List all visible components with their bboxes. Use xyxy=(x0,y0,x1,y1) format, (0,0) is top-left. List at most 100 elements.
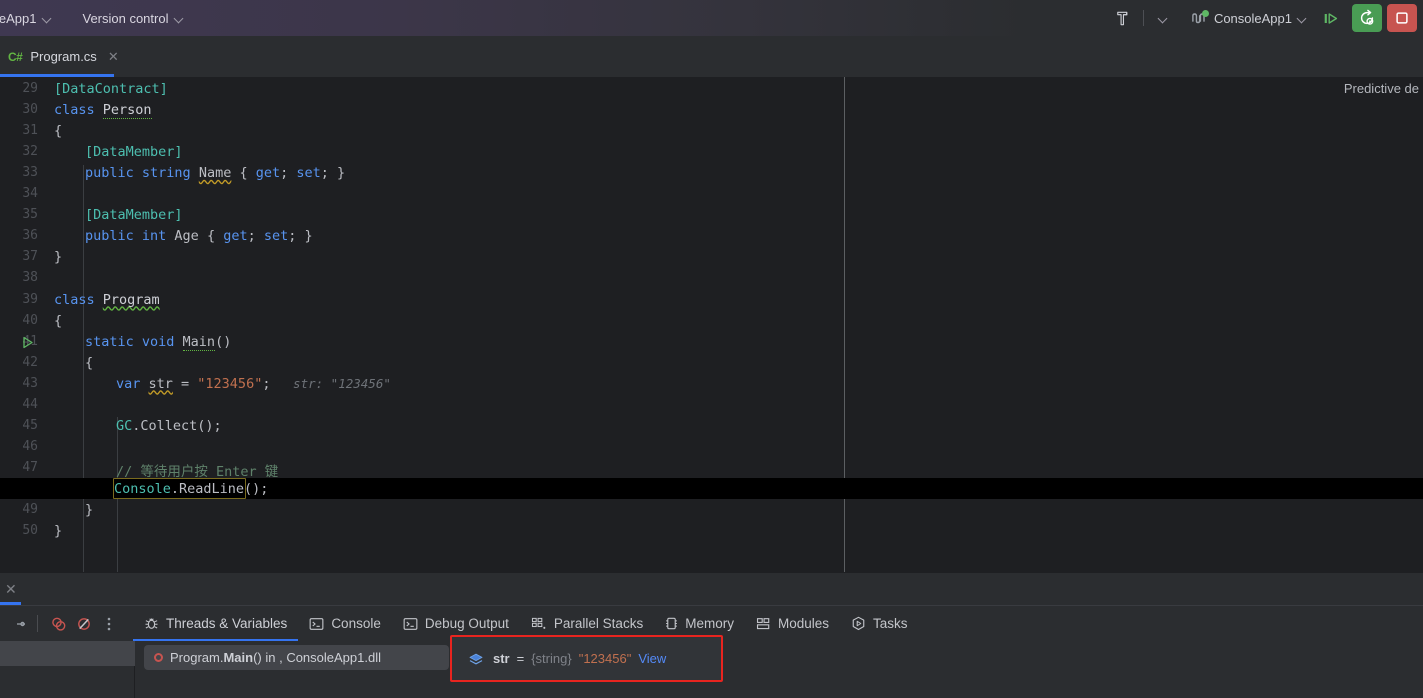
dotnet-project-icon xyxy=(1192,11,1208,25)
frames-pane[interactable]: Program.Main() in , ConsoleApp1.dll xyxy=(136,641,1423,698)
line-number: 38 xyxy=(22,270,38,285)
line-number: 50 xyxy=(22,523,38,538)
run-configuration-selector[interactable]: ConsoleApp1 xyxy=(1185,7,1314,30)
variable-value: "123456" xyxy=(579,651,632,666)
code-line: public int Age { get; set; } xyxy=(85,228,313,244)
console-icon xyxy=(309,617,324,631)
line-number: 36 xyxy=(22,228,38,243)
project-selector[interactable]: leApp1 xyxy=(0,8,60,29)
code-line: public string Name { get; set; } xyxy=(85,165,345,181)
bug-icon xyxy=(144,616,159,631)
variable-value-popup[interactable]: str = {string} "123456" View xyxy=(450,635,723,682)
line-number: 47 xyxy=(22,460,38,475)
build-button[interactable] xyxy=(1108,4,1138,32)
code-line: [DataMember] xyxy=(85,144,183,160)
version-control-label: Version control xyxy=(82,11,168,26)
line-number: 39 xyxy=(22,292,38,307)
view-breakpoints-button[interactable] xyxy=(46,611,71,636)
stack-frame-row[interactable]: Program.Main() in , ConsoleApp1.dll xyxy=(144,645,449,670)
tab-label: Parallel Stacks xyxy=(554,616,643,631)
line-number: 44 xyxy=(22,397,38,412)
chevron-down-icon xyxy=(1298,14,1307,23)
line-number: 32 xyxy=(22,144,38,159)
tab-label: Modules xyxy=(778,616,829,631)
resume-program-icon xyxy=(1322,11,1340,26)
frame-marker-icon xyxy=(154,653,163,662)
line-number: 49 xyxy=(22,502,38,517)
toolbar-divider xyxy=(37,615,38,632)
view-breakpoints-icon xyxy=(50,615,68,633)
main-toolbar: leApp1 Version control xyxy=(0,0,1423,36)
resume-program-button[interactable] xyxy=(1316,4,1346,32)
code-line: class Program xyxy=(54,292,160,308)
settings-sliver-icon[interactable] xyxy=(8,611,33,636)
code-line: { xyxy=(54,123,62,139)
line-number: 35 xyxy=(22,207,38,222)
rerun-debug-button[interactable] xyxy=(1352,4,1382,32)
mute-breakpoints-button[interactable] xyxy=(71,611,96,636)
parallel-stacks-icon xyxy=(531,617,547,631)
variable-name: str xyxy=(493,651,510,666)
stop-button[interactable] xyxy=(1387,4,1417,32)
line-number: 30 xyxy=(22,102,38,117)
code-line: { xyxy=(54,313,62,329)
line-number: 45 xyxy=(22,418,38,433)
tab-label: Threads & Variables xyxy=(166,616,287,631)
code-line: static void Main() xyxy=(85,334,231,350)
line-number: 37 xyxy=(22,249,38,264)
line-number: 34 xyxy=(22,186,38,201)
version-control-menu[interactable]: Version control xyxy=(74,8,192,29)
tab-console[interactable]: Console xyxy=(298,606,392,642)
object-value-icon xyxy=(468,652,484,671)
tab-label: Memory xyxy=(685,616,734,631)
chevron-down-icon xyxy=(43,14,52,23)
stop-icon xyxy=(1394,10,1410,26)
line-number: 33 xyxy=(22,165,38,180)
execution-statement-highlight: Console.ReadLine(); xyxy=(113,478,246,499)
threads-pane[interactable] xyxy=(0,641,135,698)
view-link[interactable]: View xyxy=(638,651,666,666)
editor-tab-bar: C# Program.cs ✕ xyxy=(0,36,1423,77)
line-number: 29 xyxy=(22,81,38,96)
run-configuration-label: ConsoleApp1 xyxy=(1214,11,1292,26)
tab-label: Console xyxy=(331,616,381,631)
line-number: 31 xyxy=(22,123,38,138)
frame-label: Program.Main() in , ConsoleApp1.dll xyxy=(170,650,381,665)
tab-tasks[interactable]: Tasks xyxy=(840,606,919,642)
code-line: Console.ReadLine(); xyxy=(114,481,268,497)
close-icon[interactable]: ✕ xyxy=(108,49,119,65)
code-line: } xyxy=(54,249,62,265)
more-options-button[interactable] xyxy=(96,611,121,636)
code-line: } xyxy=(54,523,62,539)
editor-tab-label: Program.cs xyxy=(30,49,96,64)
code-line: // 等待用户按 Enter 键 xyxy=(116,460,278,480)
frame-method-name: Main xyxy=(223,650,253,665)
line-number: 40 xyxy=(22,313,38,328)
line-number: 43 xyxy=(22,376,38,391)
close-icon[interactable]: ✕ xyxy=(5,581,17,598)
toolbar-divider xyxy=(1143,10,1144,26)
editor-tab-program-cs[interactable]: C# Program.cs ✕ xyxy=(0,36,129,77)
hammer-icon xyxy=(1114,10,1131,27)
line-number: 46 xyxy=(22,439,38,454)
code-content[interactable]: [DataContract]class Person{[DataMember]p… xyxy=(49,77,1423,572)
build-options-dropdown[interactable] xyxy=(1149,4,1179,32)
project-name: leApp1 xyxy=(0,11,36,26)
thread-row[interactable] xyxy=(0,641,135,666)
debug-panel-header: ✕ xyxy=(0,573,1423,605)
code-editor[interactable]: 2930313233343536373839404142434445464748… xyxy=(0,77,1423,572)
equals-sign: = xyxy=(517,651,525,666)
code-line: { xyxy=(85,355,93,371)
tab-threads-and-variables[interactable]: Threads & Variables xyxy=(133,606,298,642)
run-triangle-icon[interactable] xyxy=(22,336,34,349)
code-line: var str = "123456"; str: "123456" xyxy=(116,376,391,392)
indent-guide xyxy=(117,417,118,587)
console-icon xyxy=(403,617,418,631)
chevron-down-icon xyxy=(175,14,184,23)
variable-type: {string} xyxy=(531,651,571,666)
tab-modules[interactable]: Modules xyxy=(745,606,840,642)
tasks-icon xyxy=(851,616,866,631)
tab-label: Debug Output xyxy=(425,616,509,631)
memory-icon xyxy=(665,616,678,631)
code-line: [DataMember] xyxy=(85,207,183,223)
